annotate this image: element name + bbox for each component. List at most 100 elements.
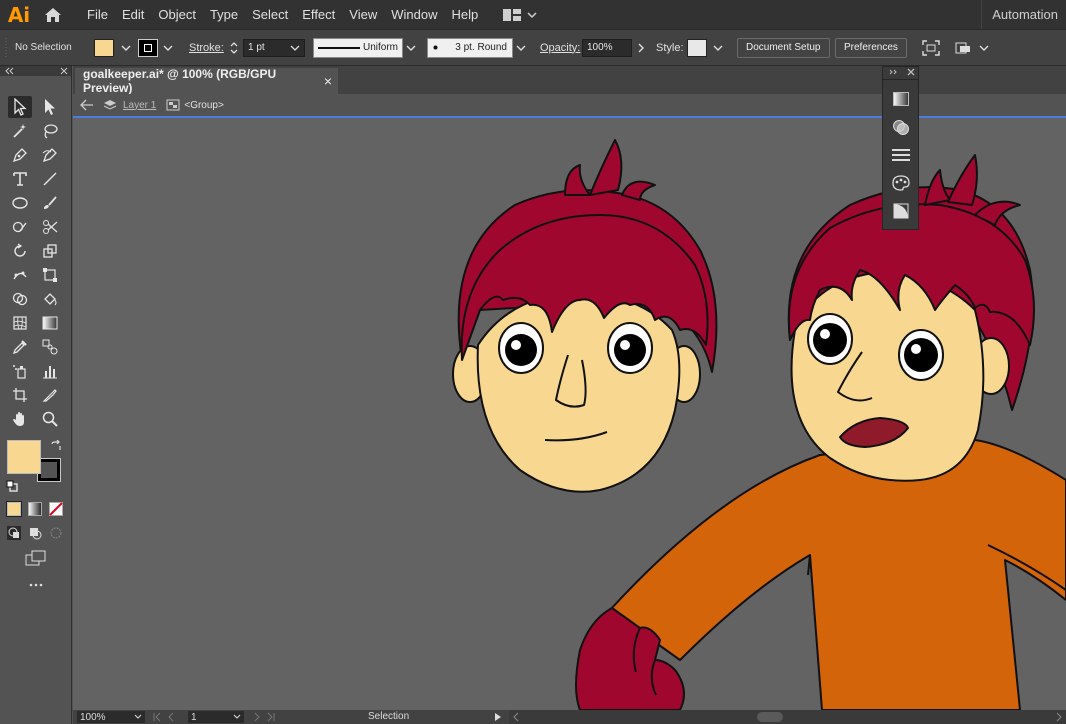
opacity-value[interactable]: 100% <box>582 38 632 57</box>
opacity-control[interactable]: 100% <box>582 30 647 65</box>
previous-artboard-icon[interactable] <box>167 712 175 722</box>
stroke-weight-value[interactable]: 1 pt <box>248 42 265 53</box>
home-icon[interactable] <box>38 0 68 29</box>
magic-wand-tool[interactable] <box>8 120 32 142</box>
fill-color-box[interactable] <box>7 440 41 474</box>
close-icon[interactable]: × <box>324 73 332 89</box>
artboard-fit-icon[interactable] <box>922 30 940 65</box>
direct-selection-tool[interactable] <box>38 96 62 118</box>
scroll-thumb[interactable] <box>757 712 783 722</box>
last-artboard-icon[interactable] <box>267 712 275 722</box>
stroke-color-box[interactable] <box>37 458 61 482</box>
slice-tool[interactable] <box>38 384 62 406</box>
close-icon[interactable] <box>60 67 68 75</box>
edit-toolbar-icon[interactable] <box>28 582 44 588</box>
pen-tool[interactable] <box>8 144 32 166</box>
scroll-left-icon[interactable] <box>512 712 520 722</box>
artboard-navigation <box>153 712 175 722</box>
expand-icon[interactable] <box>889 69 899 75</box>
fill-color-control[interactable] <box>94 30 132 65</box>
artboard-field[interactable]: 1 <box>188 711 244 723</box>
menu-view[interactable]: View <box>342 0 384 29</box>
menu-select[interactable]: Select <box>245 0 295 29</box>
menu-effect[interactable]: Effect <box>295 0 342 29</box>
mesh-tool[interactable] <box>8 312 32 334</box>
variable-width-profile[interactable]: Uniform <box>313 30 417 65</box>
preferences-button[interactable]: Preferences <box>835 37 907 58</box>
none-mode-button[interactable] <box>49 502 63 516</box>
collapse-icon[interactable] <box>4 67 16 75</box>
artboard-number[interactable]: 1 <box>191 712 197 723</box>
scissors-tool[interactable] <box>38 216 62 238</box>
opacity-label[interactable]: Opacity: <box>540 30 580 65</box>
puppet-warp-tool[interactable] <box>8 264 32 286</box>
graphic-style-control[interactable] <box>687 30 724 65</box>
status-menu-arrow-icon[interactable] <box>494 713 502 721</box>
zoom-value[interactable]: 100% <box>80 712 106 723</box>
shape-builder-tool[interactable] <box>8 288 32 310</box>
stroke-label[interactable]: Stroke: <box>189 30 224 65</box>
swap-colors-icon[interactable] <box>50 440 62 452</box>
color-mode-button[interactable] <box>6 501 22 517</box>
column-graph-tool[interactable] <box>38 360 62 382</box>
document-tab[interactable]: goalkeeper.ai* @ 100% (RGB/GPU Preview) … <box>75 67 338 95</box>
tools-panel-header[interactable] <box>0 66 71 76</box>
workspace-switcher[interactable]: Automation <box>981 0 1058 29</box>
image-trace-panel-icon[interactable] <box>891 201 911 221</box>
menu-edit[interactable]: Edit <box>115 0 151 29</box>
ellipse-tool[interactable] <box>8 192 32 214</box>
paintbrush-tool[interactable] <box>38 192 62 214</box>
gradient-panel-icon[interactable] <box>891 89 911 109</box>
curvature-tool[interactable] <box>38 144 62 166</box>
transparency-panel-icon[interactable] <box>891 117 911 137</box>
menu-file[interactable]: File <box>80 0 115 29</box>
layer-breadcrumb[interactable]: Layer 1 <box>123 100 156 111</box>
free-transform-icon <box>43 268 57 282</box>
menu-object[interactable]: Object <box>151 0 203 29</box>
line-segment-tool[interactable] <box>38 168 62 190</box>
artboard-tool[interactable] <box>8 384 32 406</box>
left-character-head[interactable] <box>452 139 718 493</box>
draw-inside-icon[interactable] <box>49 526 63 540</box>
arrange-documents-button[interactable] <box>503 8 537 22</box>
close-icon[interactable] <box>907 68 915 76</box>
horizontal-scrollbar[interactable] <box>509 710 1066 724</box>
next-artboard-icon[interactable] <box>253 712 261 722</box>
stepper-icon[interactable] <box>229 40 239 56</box>
blend-tool[interactable] <box>38 336 62 358</box>
stroke-color-control[interactable] <box>138 30 174 65</box>
align-options-icon[interactable] <box>954 30 990 65</box>
right-character-body[interactable] <box>609 439 1066 710</box>
rotate-tool[interactable] <box>8 240 32 262</box>
shaper-tool[interactable] <box>8 216 32 238</box>
hand-tool[interactable] <box>8 408 32 430</box>
gradient-tool[interactable] <box>38 312 62 334</box>
live-paint-tool[interactable] <box>38 288 62 310</box>
default-colors-icon[interactable] <box>6 480 18 492</box>
menu-help[interactable]: Help <box>444 0 485 29</box>
brush-definition[interactable]: 3 pt. Round <box>427 30 527 65</box>
gradient-mode-button[interactable] <box>28 502 42 516</box>
first-artboard-icon[interactable] <box>153 712 161 722</box>
type-tool[interactable] <box>8 168 32 190</box>
group-breadcrumb[interactable]: <Group> <box>184 100 223 111</box>
draw-normal-icon[interactable] <box>7 526 21 540</box>
symbol-sprayer-tool[interactable] <box>8 360 32 382</box>
scroll-right-icon[interactable] <box>1055 712 1063 722</box>
zoom-field[interactable]: 100% <box>77 711 145 723</box>
document-setup-button[interactable]: Document Setup <box>737 37 830 58</box>
menu-type[interactable]: Type <box>203 0 245 29</box>
stroke-panel-icon[interactable] <box>891 145 911 165</box>
zoom-tool[interactable] <box>38 408 62 430</box>
draw-behind-icon[interactable] <box>28 526 42 540</box>
scale-tool[interactable] <box>38 240 62 262</box>
screen-mode-icon[interactable] <box>25 550 47 566</box>
stroke-weight-control[interactable]: 1 pt <box>229 30 305 65</box>
eyedropper-tool[interactable] <box>8 336 32 358</box>
back-arrow-icon[interactable] <box>80 99 94 111</box>
menu-window[interactable]: Window <box>384 0 444 29</box>
color-guide-palette-icon[interactable] <box>891 173 911 193</box>
free-transform-tool[interactable] <box>38 264 62 286</box>
lasso-tool[interactable] <box>38 120 62 142</box>
selection-tool[interactable] <box>8 96 32 118</box>
